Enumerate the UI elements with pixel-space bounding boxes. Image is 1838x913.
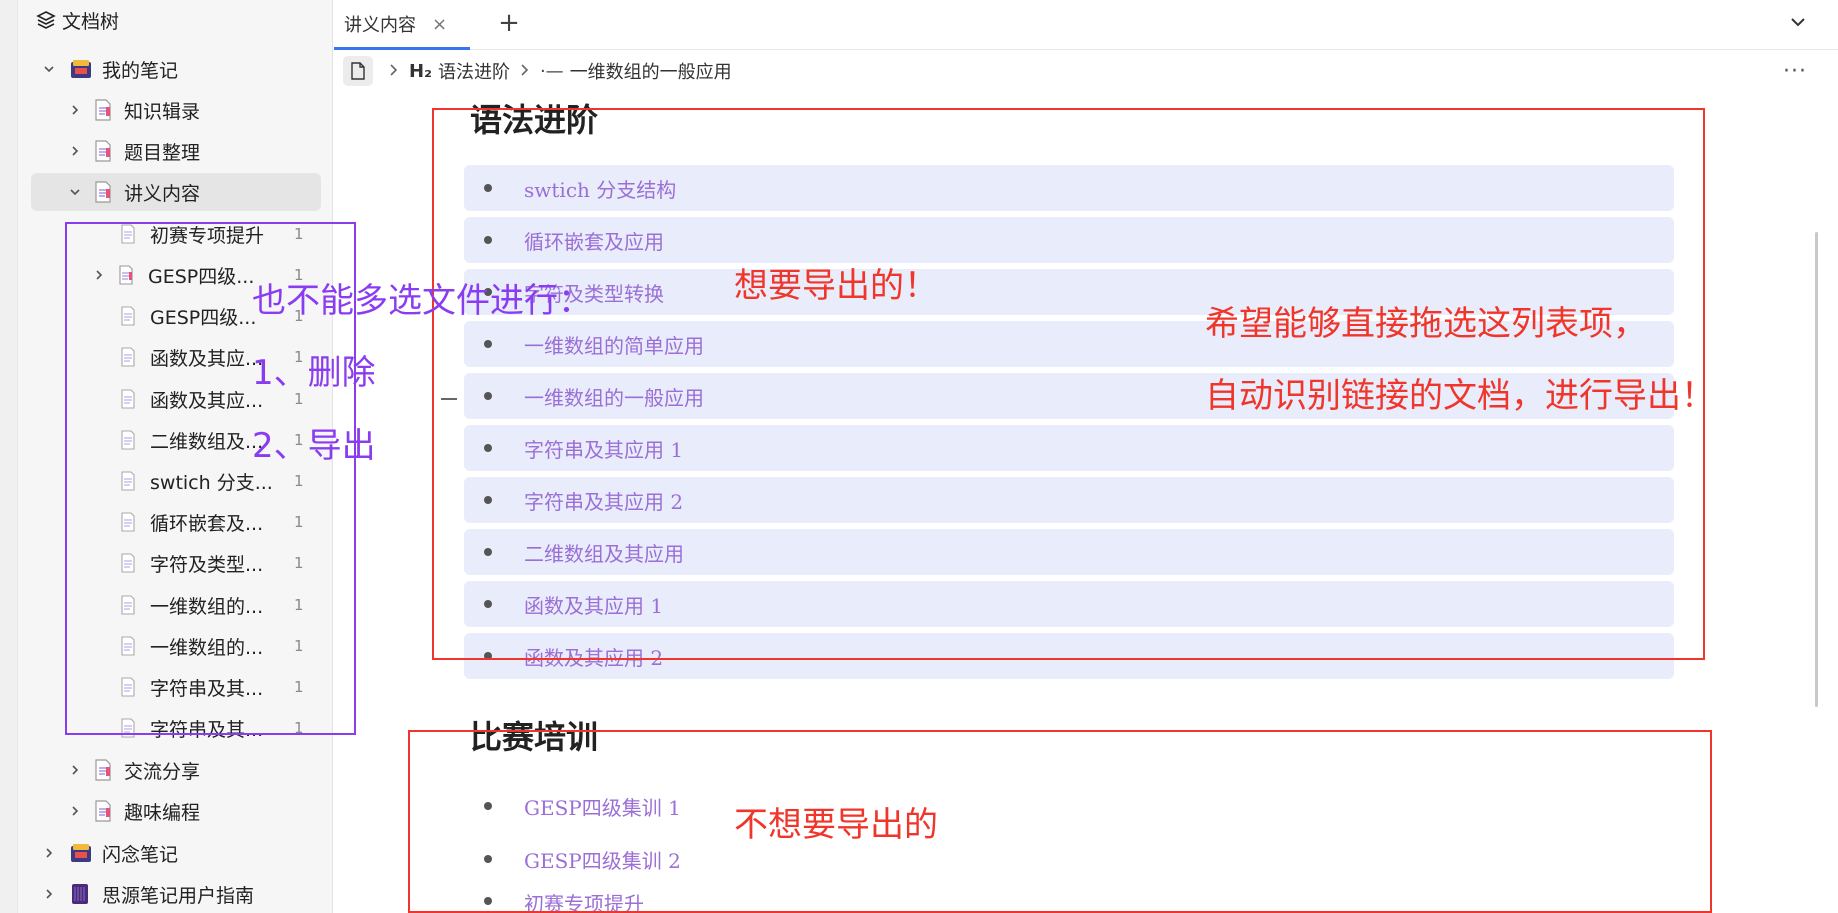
document-icon [94, 99, 114, 121]
document-icon [94, 800, 114, 822]
chevron-down-icon[interactable] [1786, 10, 1810, 34]
tab-label: 讲义内容 [344, 15, 416, 36]
file-icon[interactable] [343, 56, 373, 86]
chevron-right-icon [389, 61, 399, 82]
tree-item-label: 题目整理 [124, 141, 201, 164]
notebook-icon [70, 59, 92, 79]
add-tab-button[interactable]: + [494, 8, 524, 38]
tab-lectures[interactable]: 讲义内容 × [334, 0, 470, 50]
breadcrumb: H₂ 语法进阶 ·— 一维数组的一般应用 [343, 55, 732, 87]
tree-item-label: 趣味编程 [124, 801, 201, 824]
document-icon [94, 759, 114, 781]
chevron-down-icon[interactable] [66, 183, 84, 201]
chevron-right-icon[interactable] [40, 885, 58, 903]
editor-scrollbar[interactable] [1815, 232, 1818, 707]
heading-level-badge: H₂ [409, 60, 432, 82]
chevron-right-icon[interactable] [66, 142, 84, 160]
dock-strip [0, 0, 18, 913]
breadcrumb-heading[interactable]: 语法进阶 [438, 58, 510, 84]
annotation-hope-line1: 希望能够直接拖选这列表项， [1205, 304, 1647, 344]
notebook-my-notes[interactable]: 我的笔记 [40, 50, 178, 88]
chevron-right-icon[interactable] [66, 101, 84, 119]
tree-item-label: 交流分享 [124, 760, 201, 783]
document-icon [94, 140, 114, 162]
active-tab-indicator [334, 47, 470, 50]
annotation-not-export: 不想要导出的 [734, 805, 938, 845]
tree-item-lectures[interactable]: 讲义内容 [31, 173, 321, 211]
layers-icon [36, 10, 56, 30]
chevron-right-icon[interactable] [66, 802, 84, 820]
annotation-export: 2、导出 [252, 426, 376, 466]
more-menu-button[interactable]: ··· [1782, 58, 1808, 84]
chevron-right-icon[interactable] [66, 761, 84, 779]
document-icon [94, 181, 114, 203]
chevron-right-icon [520, 61, 530, 82]
breadcrumb-item[interactable]: 一维数组的一般应用 [570, 58, 732, 84]
tree-item-label: 讲义内容 [124, 182, 201, 205]
doc-tree-header: 文档树 [36, 6, 119, 34]
tab-bar: 讲义内容 × + [334, 0, 1838, 50]
tree-item-knowledge[interactable]: 知识辑录 [66, 91, 200, 129]
notebook-user-guide[interactable]: 思源笔记用户指南 [40, 875, 254, 913]
notebook-quick-notes[interactable]: 闪念笔记 [40, 834, 178, 872]
doc-tree-title: 文档树 [62, 10, 120, 33]
annotation-red-box-no-export [408, 730, 1712, 913]
annotation-delete: 1、删除 [252, 353, 376, 393]
notebook-icon [70, 843, 92, 863]
notebook-label: 思源笔记用户指南 [102, 884, 255, 907]
list-item-icon: ·— [539, 60, 564, 82]
notebook-label: 我的笔记 [102, 59, 179, 82]
annotation-hope-line2: 自动识别链接的文档，进行导出！ [1205, 376, 1715, 416]
chevron-right-icon[interactable] [40, 844, 58, 862]
notebook-label: 闪念笔记 [102, 843, 179, 866]
tree-item-problems[interactable]: 题目整理 [66, 132, 200, 170]
annotation-multi-select: 也不能多选文件进行： [252, 281, 592, 321]
tree-item-fun-coding[interactable]: 趣味编程 [66, 792, 200, 830]
annotation-want-export: 想要导出的！ [734, 266, 938, 306]
guide-book-icon [70, 884, 92, 904]
tree-item-sharing[interactable]: 交流分享 [66, 751, 200, 789]
close-icon[interactable]: × [432, 14, 447, 35]
tree-item-label: 知识辑录 [124, 100, 201, 123]
chevron-down-icon[interactable] [40, 60, 58, 78]
